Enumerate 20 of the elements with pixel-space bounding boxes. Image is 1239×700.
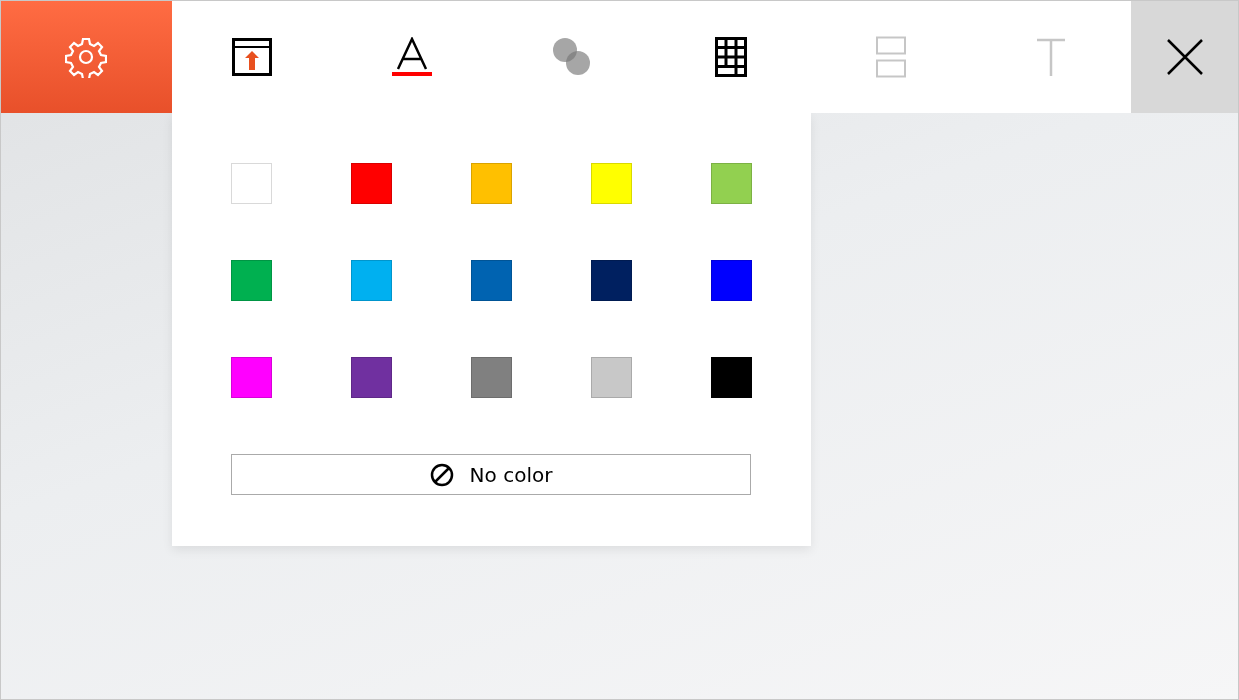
color-swatch[interactable] (231, 163, 272, 204)
color-swatch[interactable] (351, 357, 392, 398)
color-swatch[interactable] (711, 163, 752, 204)
color-swatch[interactable] (351, 163, 392, 204)
color-swatch[interactable] (471, 163, 512, 204)
color-swatch[interactable] (711, 357, 752, 398)
close-button[interactable] (1131, 1, 1238, 113)
color-swatch[interactable] (231, 260, 272, 301)
color-swatch[interactable] (591, 357, 632, 398)
color-swatch[interactable] (591, 260, 632, 301)
settings-icon (65, 36, 108, 78)
color-swatch[interactable] (591, 163, 632, 204)
no-symbol-icon (429, 462, 454, 487)
no-color-button[interactable]: No color (231, 454, 751, 495)
color-swatch[interactable] (351, 260, 392, 301)
color-swatch[interactable] (231, 357, 272, 398)
close-icon (1165, 38, 1204, 76)
color-swatch[interactable] (471, 260, 512, 301)
color-swatch[interactable] (471, 357, 512, 398)
color-swatch[interactable] (711, 260, 752, 301)
